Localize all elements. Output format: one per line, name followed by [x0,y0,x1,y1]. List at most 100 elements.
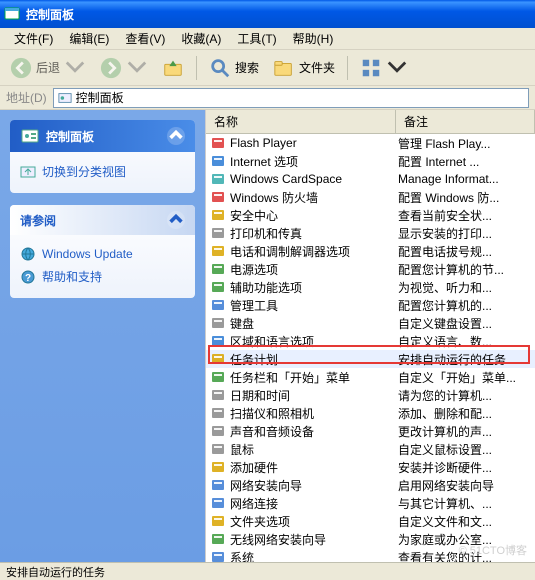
forward-button[interactable] [94,55,154,81]
item-desc: 安排自动运行的任务... [398,351,531,368]
item-icon [210,549,226,562]
address-field[interactable]: 控制面板 [53,88,529,108]
list-item[interactable]: 任务栏和「开始」菜单自定义「开始」菜单... [206,368,535,386]
control-panel-icon [58,91,72,105]
menu-tools[interactable]: 工具(T) [229,28,284,49]
column-headers: 名称 备注 [206,110,535,134]
address-label: 地址(D) [6,89,47,106]
main-area: 控制面板 切换到分类视图 请参阅 [0,110,535,562]
back-button[interactable]: 后退 [4,55,92,81]
item-name: 声音和音频设备 [230,423,398,440]
panel-seealso-title: 请参阅 [20,212,56,229]
item-icon [210,351,226,367]
list-item[interactable]: Windows CardSpaceManage Informat... [206,170,535,188]
item-name: Flash Player [230,136,398,150]
list-item[interactable]: 日期和时间请为您的计算机... [206,386,535,404]
item-icon [210,441,226,457]
windows-update-link[interactable]: Windows Update [20,243,185,265]
folders-button[interactable]: 文件夹 [267,55,341,81]
search-button[interactable]: 搜索 [203,55,265,81]
item-desc: 自定义语言、数... [398,333,531,350]
col-name[interactable]: 名称 [206,110,396,133]
item-desc: 自定义文件和文... [398,513,531,530]
menu-file[interactable]: 文件(F) [6,28,61,49]
list-item[interactable]: 安全中心查看当前安全状... [206,206,535,224]
item-icon [210,405,226,421]
item-name: 无线网络安装向导 [230,531,398,548]
item-desc: 为视觉、听力和... [398,279,531,296]
app-icon [4,6,20,22]
item-name: 日期和时间 [230,387,398,404]
list-item[interactable]: Flash Player管理 Flash Play... [206,134,535,152]
list-item[interactable]: 网络安装向导启用网络安装向导 [206,476,535,494]
list-item[interactable]: 声音和音频设备更改计算机的声... [206,422,535,440]
item-desc: 配置您计算机的... [398,297,531,314]
up-button[interactable] [156,55,190,81]
item-icon [210,135,226,151]
item-icon [210,387,226,403]
collapse-icon[interactable] [167,211,185,229]
address-bar: 地址(D) 控制面板 [0,86,535,110]
item-icon [210,531,226,547]
item-name: 任务计划 [230,351,398,368]
menu-help[interactable]: 帮助(H) [285,28,342,49]
list-item[interactable]: 鼠标自定义鼠标设置... [206,440,535,458]
list-item[interactable]: 添加硬件安装并诊断硬件... [206,458,535,476]
panel-control: 控制面板 切换到分类视图 [10,120,195,193]
item-desc: 自定义鼠标设置... [398,441,531,458]
item-name: 添加硬件 [230,459,398,476]
item-desc: 配置电话拔号规... [398,243,531,260]
item-desc: 配置您计算机的节... [398,261,531,278]
item-desc: Manage Informat... [398,172,531,186]
switch-category-view-link[interactable]: 切换到分类视图 [20,160,185,183]
list-item[interactable]: 网络连接与其它计算机、... [206,494,535,512]
help-support-link[interactable]: ? 帮助和支持 [20,265,185,288]
menu-bar: 文件(F) 编辑(E) 查看(V) 收藏(A) 工具(T) 帮助(H) [0,28,535,50]
item-desc: 查看当前安全状... [398,207,531,224]
list-item[interactable]: Internet 选项配置 Internet ... [206,152,535,170]
item-name: 区域和语言选项 [230,333,398,350]
collapse-icon[interactable] [167,127,185,145]
folders-label: 文件夹 [299,59,335,76]
list-item[interactable]: 打印机和传真显示安装的打印... [206,224,535,242]
item-desc: 自定义键盘设置... [398,315,531,332]
item-name: 任务栏和「开始」菜单 [230,369,398,386]
list-item[interactable]: 键盘自定义键盘设置... [206,314,535,332]
panel-seealso: 请参阅 Windows Update ? 帮助和支持 [10,205,195,298]
title-bar: 控制面板 [0,0,535,28]
panel-control-header[interactable]: 控制面板 [10,120,195,152]
menu-favorites[interactable]: 收藏(A) [173,28,229,49]
panel-seealso-header[interactable]: 请参阅 [10,205,195,235]
status-text: 安排自动运行的任务 [6,567,105,579]
item-icon [210,225,226,241]
item-name: 键盘 [230,315,398,332]
item-icon [210,423,226,439]
list-view[interactable]: 名称 备注 Flash Player管理 Flash Play...Intern… [205,110,535,562]
item-name: 辅助功能选项 [230,279,398,296]
item-name: Windows 防火墙 [230,189,398,206]
menu-edit[interactable]: 编辑(E) [61,28,117,49]
list-item[interactable]: 文件夹选项自定义文件和文... [206,512,535,530]
globe-icon [20,246,36,262]
help-support-label: 帮助和支持 [42,268,102,285]
list-item[interactable]: 任务计划安排自动运行的任务... [206,350,535,368]
item-name: 网络安装向导 [230,477,398,494]
list-item[interactable]: 管理工具配置您计算机的... [206,296,535,314]
svg-text:?: ? [25,273,31,284]
list-item[interactable]: 辅助功能选项为视觉、听力和... [206,278,535,296]
item-name: Windows CardSpace [230,172,398,186]
item-icon [210,297,226,313]
list-item[interactable]: 区域和语言选项自定义语言、数... [206,332,535,350]
list-item[interactable]: Windows 防火墙配置 Windows 防... [206,188,535,206]
list-item[interactable]: 电源选项配置您计算机的节... [206,260,535,278]
item-desc: 请为您的计算机... [398,387,531,404]
views-button[interactable] [354,55,414,81]
chevron-down-icon [386,57,408,79]
col-note[interactable]: 备注 [396,110,535,133]
switch-view-icon [20,164,36,180]
item-desc: 配置 Windows 防... [398,189,531,206]
menu-view[interactable]: 查看(V) [117,28,173,49]
item-icon [210,477,226,493]
list-item[interactable]: 电话和调制解调器选项配置电话拔号规... [206,242,535,260]
list-item[interactable]: 扫描仪和照相机添加、删除和配... [206,404,535,422]
